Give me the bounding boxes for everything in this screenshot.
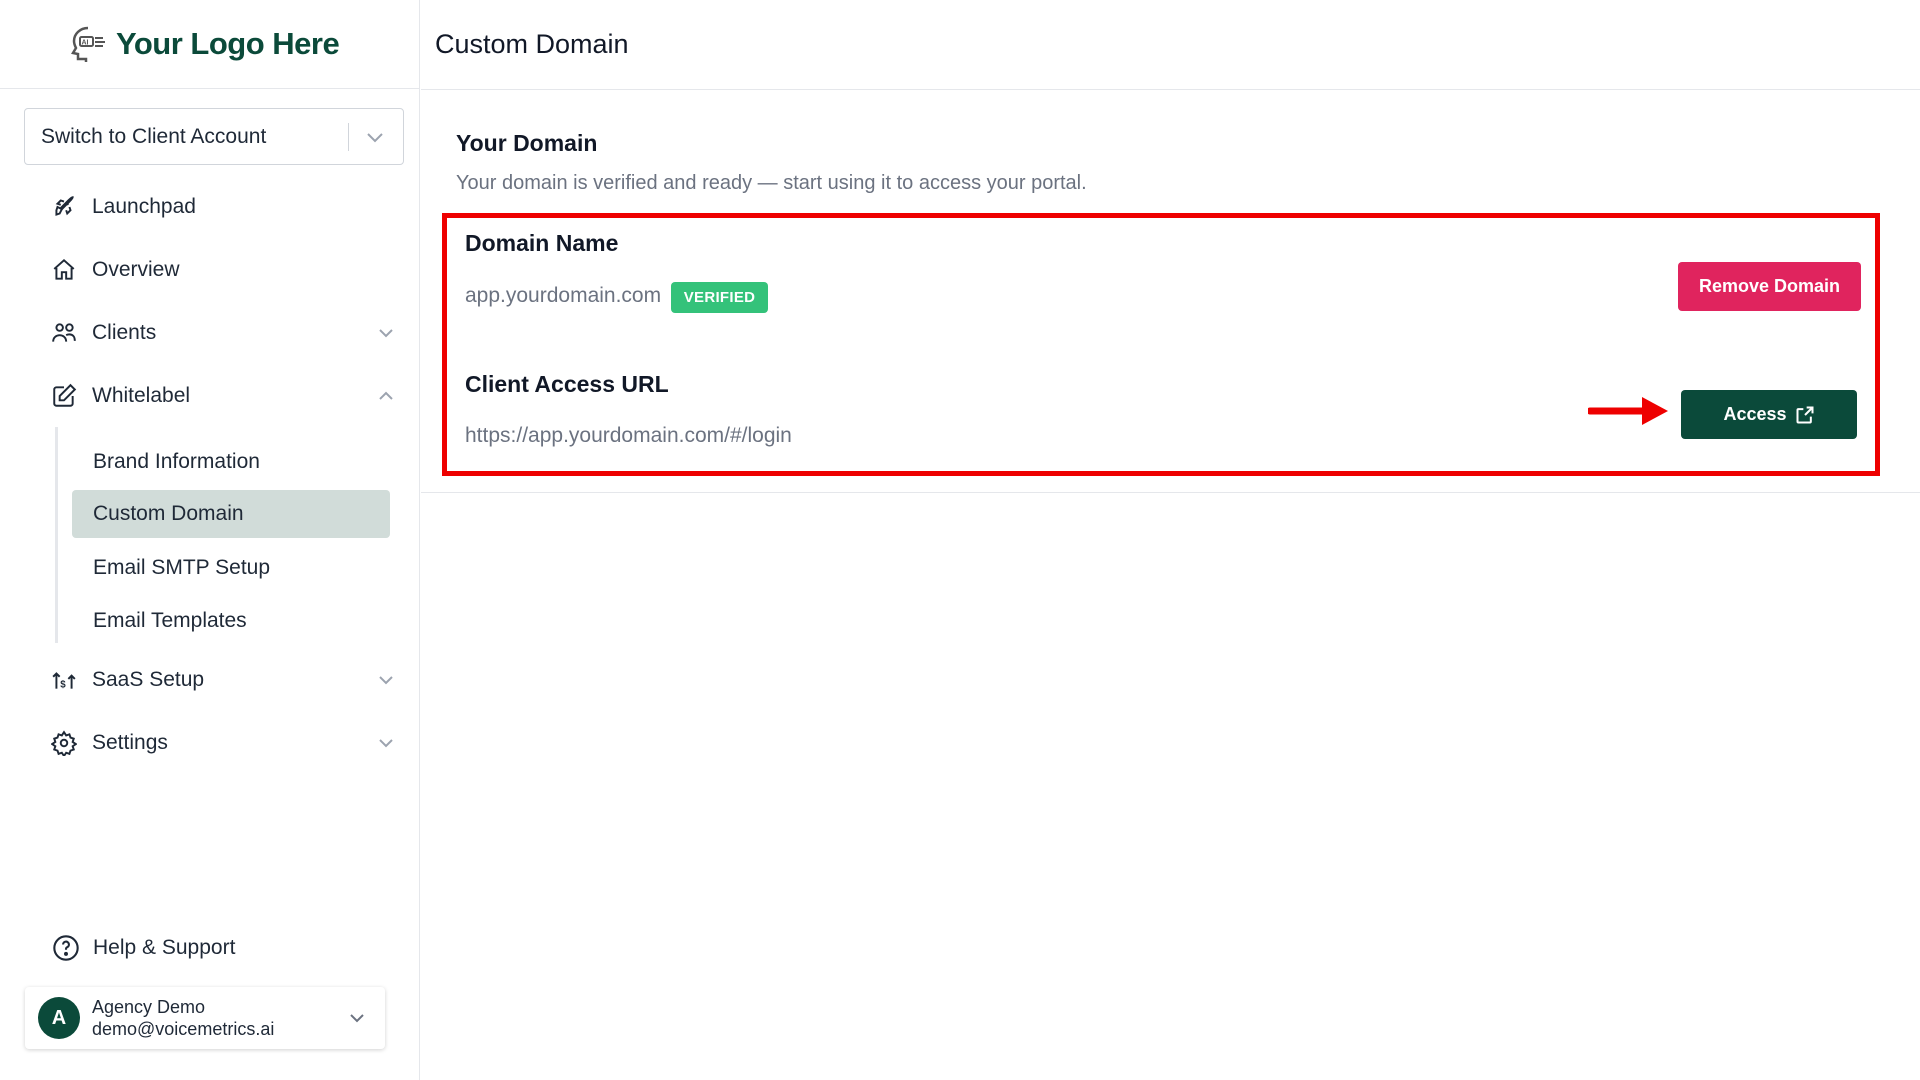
saas-icon: $ — [48, 664, 80, 696]
sidebar-item-label: Whitelabel — [92, 384, 191, 407]
sidebar-item-overview[interactable]: Overview — [48, 248, 398, 292]
sidebar-item-label: SaaS Setup — [92, 668, 205, 691]
domain-name-value: app.yourdomain.com — [465, 284, 662, 307]
home-icon — [48, 254, 80, 286]
avatar: A — [38, 997, 80, 1039]
external-link-icon — [1796, 406, 1814, 423]
remove-domain-button[interactable]: Remove Domain — [1678, 262, 1861, 311]
section-description: Your domain is verified and ready — star… — [456, 172, 1087, 194]
sidebar-item-launchpad[interactable]: Launchpad — [48, 185, 398, 229]
gear-icon — [48, 727, 80, 759]
sidebar-item-saas-setup[interactable]: $ SaaS Setup — [48, 658, 398, 702]
sidebar-subitem-email-templates[interactable]: Email Templates — [72, 597, 390, 645]
chevron-up-icon — [379, 391, 393, 400]
logo-text: Your Logo Here — [116, 26, 340, 61]
chevron-down-icon — [367, 133, 383, 143]
status-badge: VERIFIED — [671, 282, 768, 313]
sidebar-item-whitelabel[interactable]: Whitelabel — [48, 374, 398, 418]
sidebar-item-label: Launchpad — [92, 195, 196, 218]
account-name: Agency Demo — [92, 997, 206, 1017]
sidebar-subitem-brand-information[interactable]: Brand Information — [72, 438, 390, 486]
account-switcher[interactable]: A Agency Demo demo@voicemetrics.ai — [25, 987, 385, 1049]
users-icon — [48, 317, 80, 349]
access-button-label: Access — [1723, 404, 1787, 424]
submenu-guide-line — [55, 427, 58, 643]
account-email: demo@voicemetrics.ai — [92, 1019, 275, 1039]
logo[interactable]: AI Your Logo Here — [0, 0, 419, 89]
select-divider — [348, 123, 349, 151]
sidebar-item-clients[interactable]: Clients — [48, 311, 398, 355]
switch-client-account-select[interactable]: Switch to Client Account — [24, 108, 404, 165]
svg-text:AI: AI — [82, 40, 89, 47]
help-circle-icon — [53, 935, 79, 961]
custom-domain-panel: Your Domain Your domain is verified and … — [421, 90, 1920, 493]
sidebar-subitem-label: Custom Domain — [93, 502, 244, 525]
sidebar-item-label: Clients — [92, 321, 157, 344]
rocket-icon — [48, 191, 80, 223]
sidebar-item-settings[interactable]: Settings — [48, 721, 398, 765]
access-button[interactable]: Access — [1681, 390, 1857, 439]
client-access-url-label: Client Access URL — [465, 371, 669, 397]
sidebar-subitem-label: Email SMTP Setup — [93, 556, 271, 579]
chevron-down-icon — [379, 676, 393, 685]
sidebar-subitem-label: Email Templates — [93, 609, 247, 632]
page-header: Custom Domain — [421, 0, 1920, 90]
red-arrow-annotation — [1588, 397, 1668, 425]
page-title: Custom Domain — [435, 29, 629, 59]
domain-name-label: Domain Name — [465, 230, 619, 256]
switch-account-label: Switch to Client Account — [41, 124, 267, 148]
svg-text:$: $ — [60, 680, 66, 691]
sidebar: AI Your Logo Here Switch to Client Accou… — [0, 0, 420, 1080]
edit-icon — [48, 380, 80, 412]
sidebar-subitem-label: Brand Information — [93, 450, 260, 473]
chevron-down-icon — [350, 1014, 364, 1023]
domain-highlight-box: Domain Name app.yourdomain.com VERIFIED … — [442, 213, 1880, 476]
help-support-link[interactable]: Help & Support — [52, 934, 235, 962]
section-title: Your Domain — [456, 130, 598, 156]
sidebar-subitem-email-smtp-setup[interactable]: Email SMTP Setup — [72, 544, 390, 592]
chevron-down-icon — [379, 739, 393, 748]
client-access-url-value: https://app.yourdomain.com/#/login — [465, 424, 792, 447]
sidebar-item-label: Overview — [92, 258, 180, 281]
sidebar-subitem-custom-domain[interactable]: Custom Domain — [72, 490, 390, 538]
sidebar-item-label: Settings — [92, 731, 168, 754]
chevron-down-icon — [379, 329, 393, 338]
ai-head-icon: AI — [66, 24, 110, 64]
help-label: Help & Support — [93, 936, 236, 959]
